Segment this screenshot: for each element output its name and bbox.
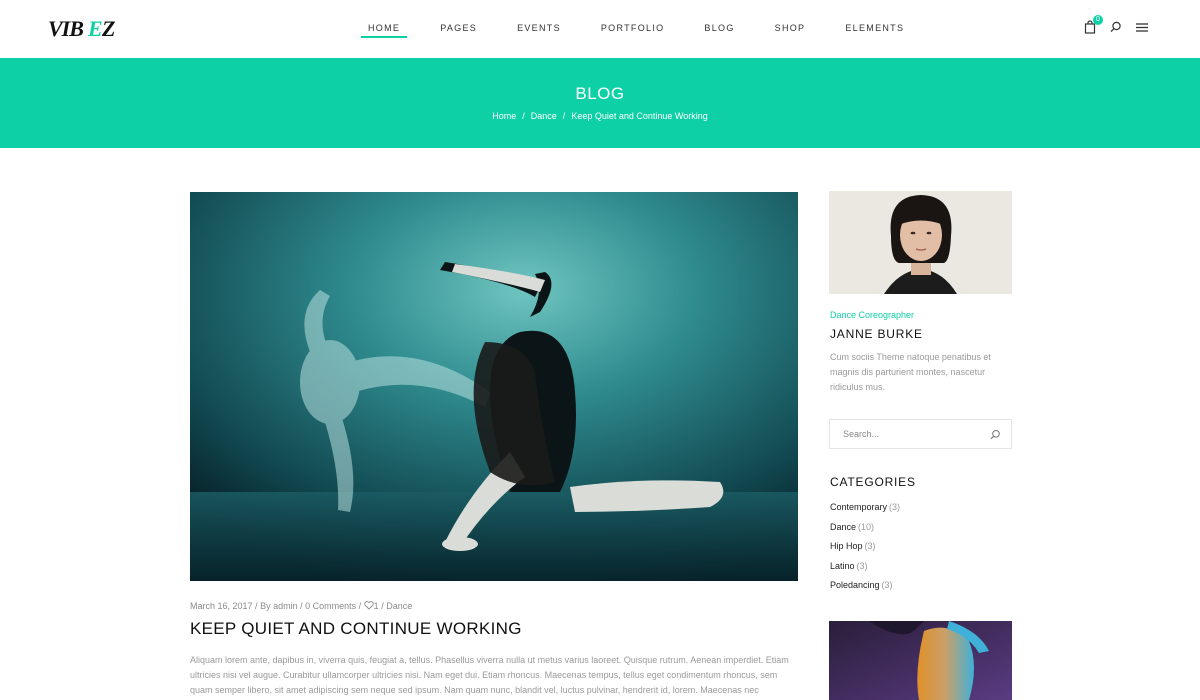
category-link-dance[interactable]: Dance [830,522,856,532]
post-excerpt: Aliquam lorem ante, dapibus in, viverra … [190,655,789,695]
site-header: VIB E Z HOME PAGES EVENTS PORTFOLIO BLOG… [0,0,1200,58]
site-logo[interactable]: VIB E Z [48,14,120,42]
breadcrumb-dance[interactable]: Dance [531,111,557,121]
author-bio: Cum sociis Theme natoque penatibus et ma… [830,352,991,392]
cart-button[interactable]: 0 [1084,15,1103,36]
post-like-button[interactable]: 1 [364,601,379,611]
nav-item-elements[interactable]: ELEMENTS [825,0,924,58]
meta-separator: / [297,601,306,611]
category-count: (3) [856,560,868,571]
meta-separator: / [252,601,261,611]
hamburger-menu-icon [1136,23,1148,32]
breadcrumb: Home / Dance / Keep Quiet and Continue Worki… [0,111,1200,121]
category-item: Contemporary (3) [830,502,900,522]
category-item: Hip Hop (3) [830,541,900,561]
author-role: Dance Coreographer [830,310,915,320]
post-date[interactable]: March 16, 2017 [190,601,253,611]
meta-separator: / [356,601,364,611]
category-item: Poledancing (3) [830,580,900,600]
category-item: Dance (10) [830,522,900,542]
category-count: (3) [881,580,893,590]
nav-item-events[interactable]: EVENTS [497,0,581,58]
header-search-button[interactable] [1110,20,1124,36]
author-name: JANNE BURKE [830,327,923,341]
cart-count-badge: 0 [1093,15,1103,25]
page-title-bar: BLOG Home / Dance / Keep Quiet and Continue … [0,58,1200,148]
dancers-photo [190,192,798,581]
breadcrumb-current: Keep Quiet and Continue Working [571,111,708,121]
page-title: BLOG [575,84,625,103]
post-category[interactable]: Dance [386,601,412,611]
search-icon [1110,21,1121,33]
author-portrait [829,191,1012,294]
category-count: (10) [858,521,875,532]
category-link-latino[interactable]: Latino [830,561,855,571]
category-link-contemporary[interactable]: Contemporary [830,502,887,512]
post-comments[interactable]: 0 Comments [305,601,356,611]
nav-item-portfolio[interactable]: PORTFOLIO [581,0,685,58]
categories-list: Contemporary (3) Dance (10) Hip Hop (3) Lat… [830,502,900,600]
svg-text:Z: Z [101,16,115,41]
breadcrumb-separator: / [562,111,566,121]
category-item: Latino (3) [830,561,900,581]
breadcrumb-home[interactable]: Home [492,111,516,121]
header-icons: 0 [1084,15,1150,36]
post-author[interactable]: admin [273,601,298,611]
main-nav: HOME PAGES EVENTS PORTFOLIO BLOG SHOP EL… [348,0,924,58]
heart-icon [364,601,374,610]
category-link-poledancing[interactable]: Poledancing [830,580,880,590]
category-count: (3) [889,502,901,512]
nav-item-shop[interactable]: SHOP [755,0,826,58]
category-link-hip-hop[interactable]: Hip Hop [830,541,863,551]
breadcrumb-separator: / [522,111,525,121]
author-photo [829,191,1012,294]
search-icon[interactable] [990,429,1001,440]
svg-text:VIB: VIB [48,16,83,41]
sidebar-search-input[interactable] [830,420,990,448]
categories-heading: CATEGORIES [830,475,916,489]
post-meta: March 16, 2017 / By admin / 0 Comments /… [190,601,412,611]
sidebar-promo-image[interactable] [829,621,1012,700]
menu-button[interactable] [1136,20,1150,36]
dancer-promo-photo [829,621,1012,700]
post-title[interactable]: KEEP QUIET AND CONTINUE WORKING [190,619,522,639]
nav-item-home[interactable]: HOME [348,0,420,58]
nav-item-pages[interactable]: PAGES [420,0,497,58]
post-author-prefix: By [260,601,271,611]
sidebar-search [829,419,1012,449]
svg-text:E: E [87,16,103,41]
post-featured-image[interactable] [190,192,798,581]
nav-item-blog[interactable]: BLOG [684,0,754,58]
category-count: (3) [864,541,876,551]
